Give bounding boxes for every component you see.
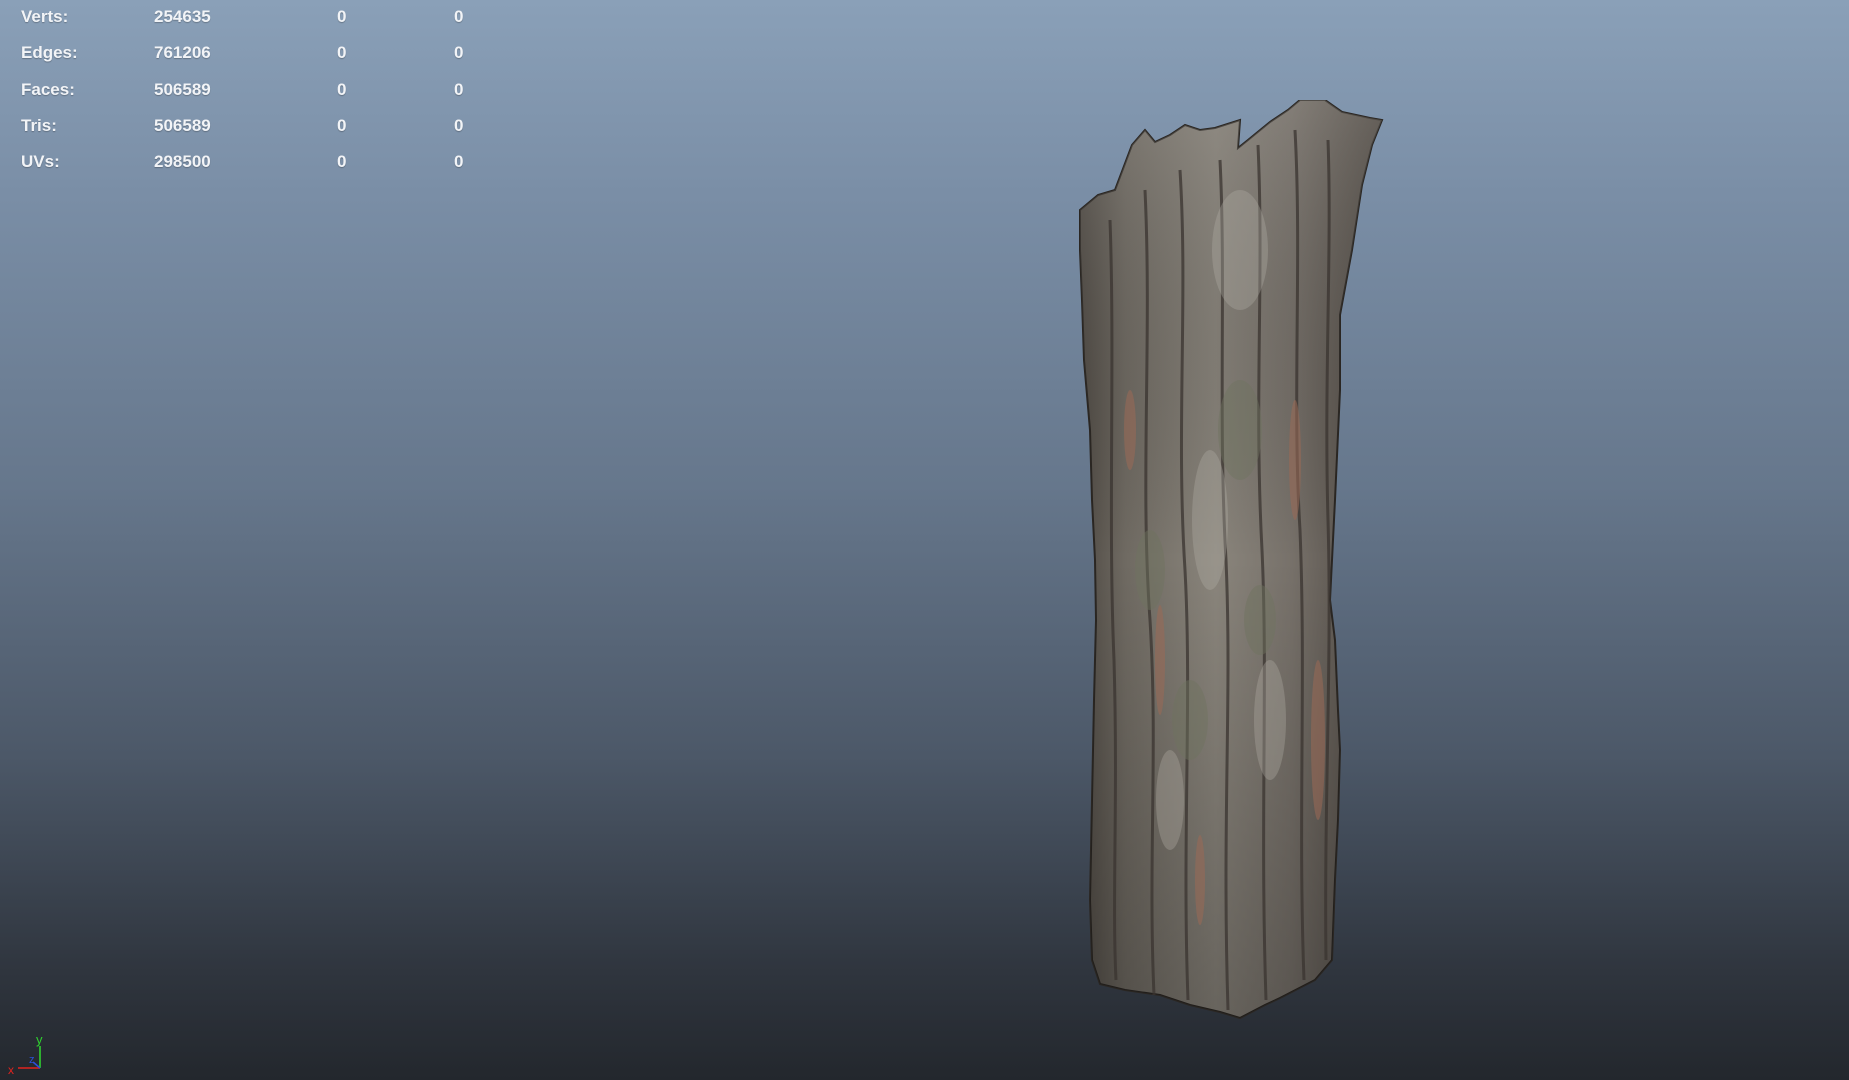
3d-viewport[interactable]: Verts: 254635 0 0 Edges: 761206 0 0 Face… [0,0,1849,1080]
hud-total-value: 506589 [154,79,211,99]
axis-y-label: y [36,1032,43,1047]
axis-gizmo: y z x [8,1032,43,1077]
hud-selected-value: 0 [337,43,347,63]
hud-selected-value: 0 [337,115,347,135]
hud-label: Faces: [21,79,75,99]
hud-component-value: 0 [454,43,464,63]
hud-total-value: 254635 [154,7,211,26]
hud-component-value: 0 [454,7,464,26]
hud-label: Tris: [21,115,57,135]
hud-component-value: 0 [454,79,464,99]
hud-label: UVs: [21,152,60,172]
hud-component-value: 0 [454,115,464,135]
axis-z-label: z [29,1054,35,1066]
hud-total-value: 506589 [154,115,211,135]
hud-label: Edges: [21,43,78,63]
axis-x-label: x [8,1063,14,1077]
tree-trunk-model[interactable] [1070,100,1390,1035]
hud-total-value: 761206 [154,43,211,63]
hud-label: Verts: [21,7,69,26]
hud-selected-value: 0 [337,152,347,172]
hud-selected-value: 0 [337,79,347,99]
hud-selected-value: 0 [337,7,347,26]
hud-component-value: 0 [454,152,464,172]
hud-total-value: 298500 [154,152,211,172]
